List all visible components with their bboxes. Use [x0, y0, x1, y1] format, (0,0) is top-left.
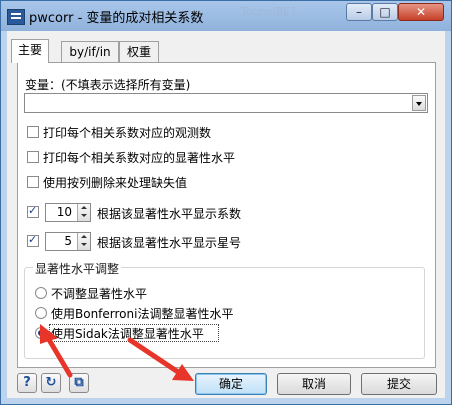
tab-main[interactable]: 主要	[11, 39, 49, 63]
annotation-arrow-to-sidak	[40, 324, 73, 378]
annotation-arrow-to-ok	[127, 337, 194, 381]
annotation-arrows	[40, 324, 194, 381]
tab-main-label: 主要	[17, 43, 42, 57]
